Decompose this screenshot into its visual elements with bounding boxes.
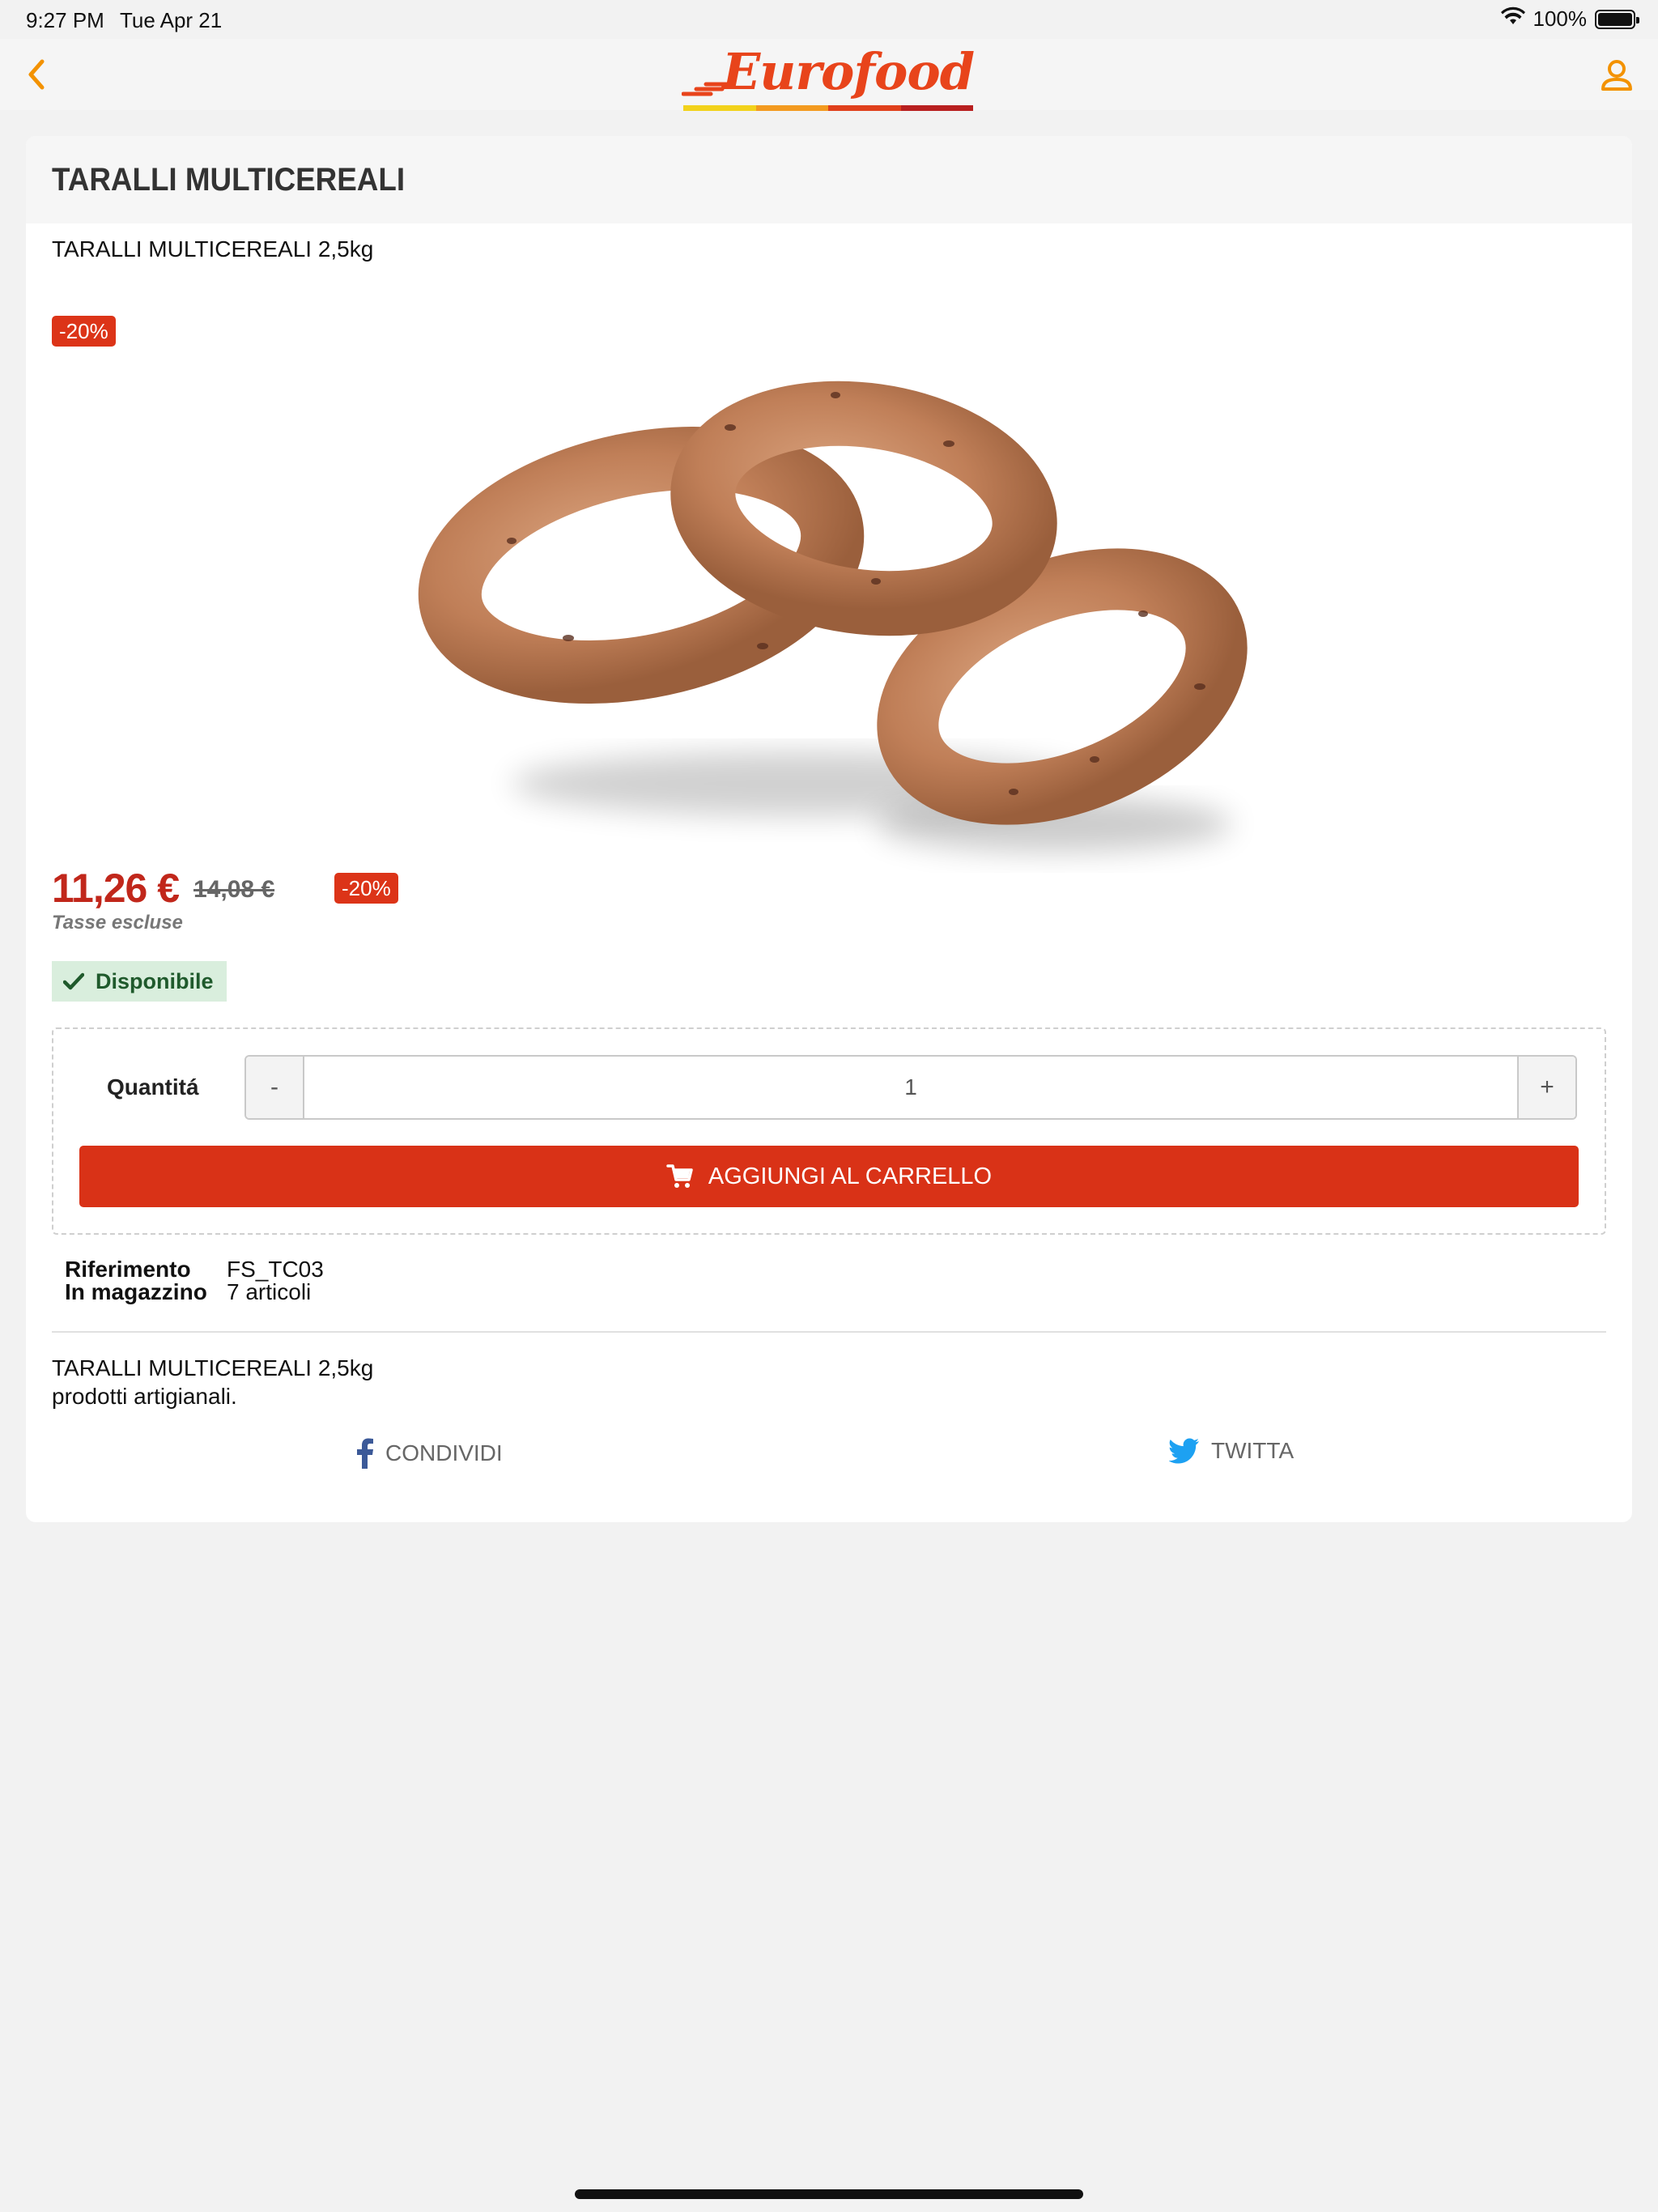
- product-details: Riferimento FS_TC03 In magazzino 7 artic…: [65, 1258, 324, 1304]
- description-line-1: TARALLI MULTICEREALI 2,5kg: [52, 1355, 374, 1380]
- old-price: 14,08 €: [193, 876, 275, 903]
- divider: [52, 1331, 1606, 1333]
- discount-badge-price: -20%: [334, 873, 398, 904]
- quantity-stepper: - +: [244, 1055, 1577, 1120]
- cart-icon: [666, 1164, 693, 1188]
- reference-label: Riferimento: [65, 1257, 191, 1282]
- status-bar: 9:27 PM Tue Apr 21 100%: [0, 0, 1658, 39]
- discount-badge-image: -20%: [52, 316, 116, 347]
- twitter-share-label: TWITTA: [1211, 1438, 1295, 1463]
- facebook-share-button[interactable]: CONDIVIDI: [356, 1438, 503, 1469]
- user-button[interactable]: [1596, 55, 1637, 96]
- product-card: TARALLI MULTICEREALI TARALLI MULTICEREAL…: [26, 136, 1632, 1522]
- status-right: 100%: [1500, 6, 1639, 32]
- eurofood-logo: Eurofood: [682, 42, 975, 111]
- availability-badge: Disponibile: [52, 961, 227, 1002]
- reference-row: Riferimento FS_TC03: [65, 1258, 324, 1281]
- tax-note: Tasse escluse: [52, 912, 183, 934]
- nav-bar: Eurofood: [0, 39, 1658, 111]
- quantity-decrease-button[interactable]: -: [246, 1057, 304, 1118]
- status-time: 9:27 PM: [26, 8, 104, 32]
- logo-text: Eurofood: [722, 42, 975, 101]
- add-to-cart-button[interactable]: AGGIUNGI AL CARRELLO: [79, 1146, 1579, 1207]
- product-title: TARALLI MULTICEREALI: [52, 161, 406, 198]
- price: 11,26 €: [52, 866, 180, 911]
- product-description: TARALLI MULTICEREALI 2,5kg prodotti arti…: [52, 1354, 373, 1410]
- product-image[interactable]: [382, 306, 1337, 873]
- user-icon: [1601, 60, 1632, 91]
- description-line-2: prodotti artigianali.: [52, 1384, 237, 1409]
- purchase-box: Quantitá - + AGGIUNGI AL CARRELLO: [52, 1027, 1606, 1235]
- product-subtitle: TARALLI MULTICEREALI 2,5kg: [52, 236, 374, 262]
- logo-stripes: [683, 105, 973, 111]
- reference-value: FS_TC03: [227, 1257, 324, 1282]
- stock-label: In magazzino: [65, 1279, 207, 1304]
- quantity-label: Quantitá: [107, 1074, 199, 1100]
- availability-label: Disponibile: [96, 968, 214, 993]
- battery-percent: 100%: [1533, 6, 1588, 31]
- home-indicator[interactable]: [575, 2189, 1083, 2199]
- wifi-icon: [1500, 6, 1525, 32]
- stock-value: 7 articoli: [227, 1279, 312, 1304]
- add-to-cart-label: AGGIUNGI AL CARRELLO: [708, 1163, 993, 1189]
- quantity-increase-button[interactable]: +: [1517, 1057, 1575, 1118]
- battery-icon: [1595, 9, 1639, 29]
- facebook-share-label: CONDIVIDI: [385, 1440, 503, 1465]
- twitter-icon: [1169, 1438, 1199, 1464]
- twitter-share-button[interactable]: TWITTA: [1169, 1438, 1294, 1464]
- card-header: TARALLI MULTICEREALI: [26, 136, 1632, 223]
- status-date: Tue Apr 21: [120, 8, 223, 32]
- quantity-input[interactable]: [304, 1057, 1517, 1118]
- back-button[interactable]: [21, 55, 53, 94]
- stock-row: In magazzino 7 articoli: [65, 1281, 324, 1304]
- check-icon: [63, 972, 84, 990]
- chevron-left-icon: [28, 59, 45, 90]
- facebook-icon: [357, 1438, 373, 1469]
